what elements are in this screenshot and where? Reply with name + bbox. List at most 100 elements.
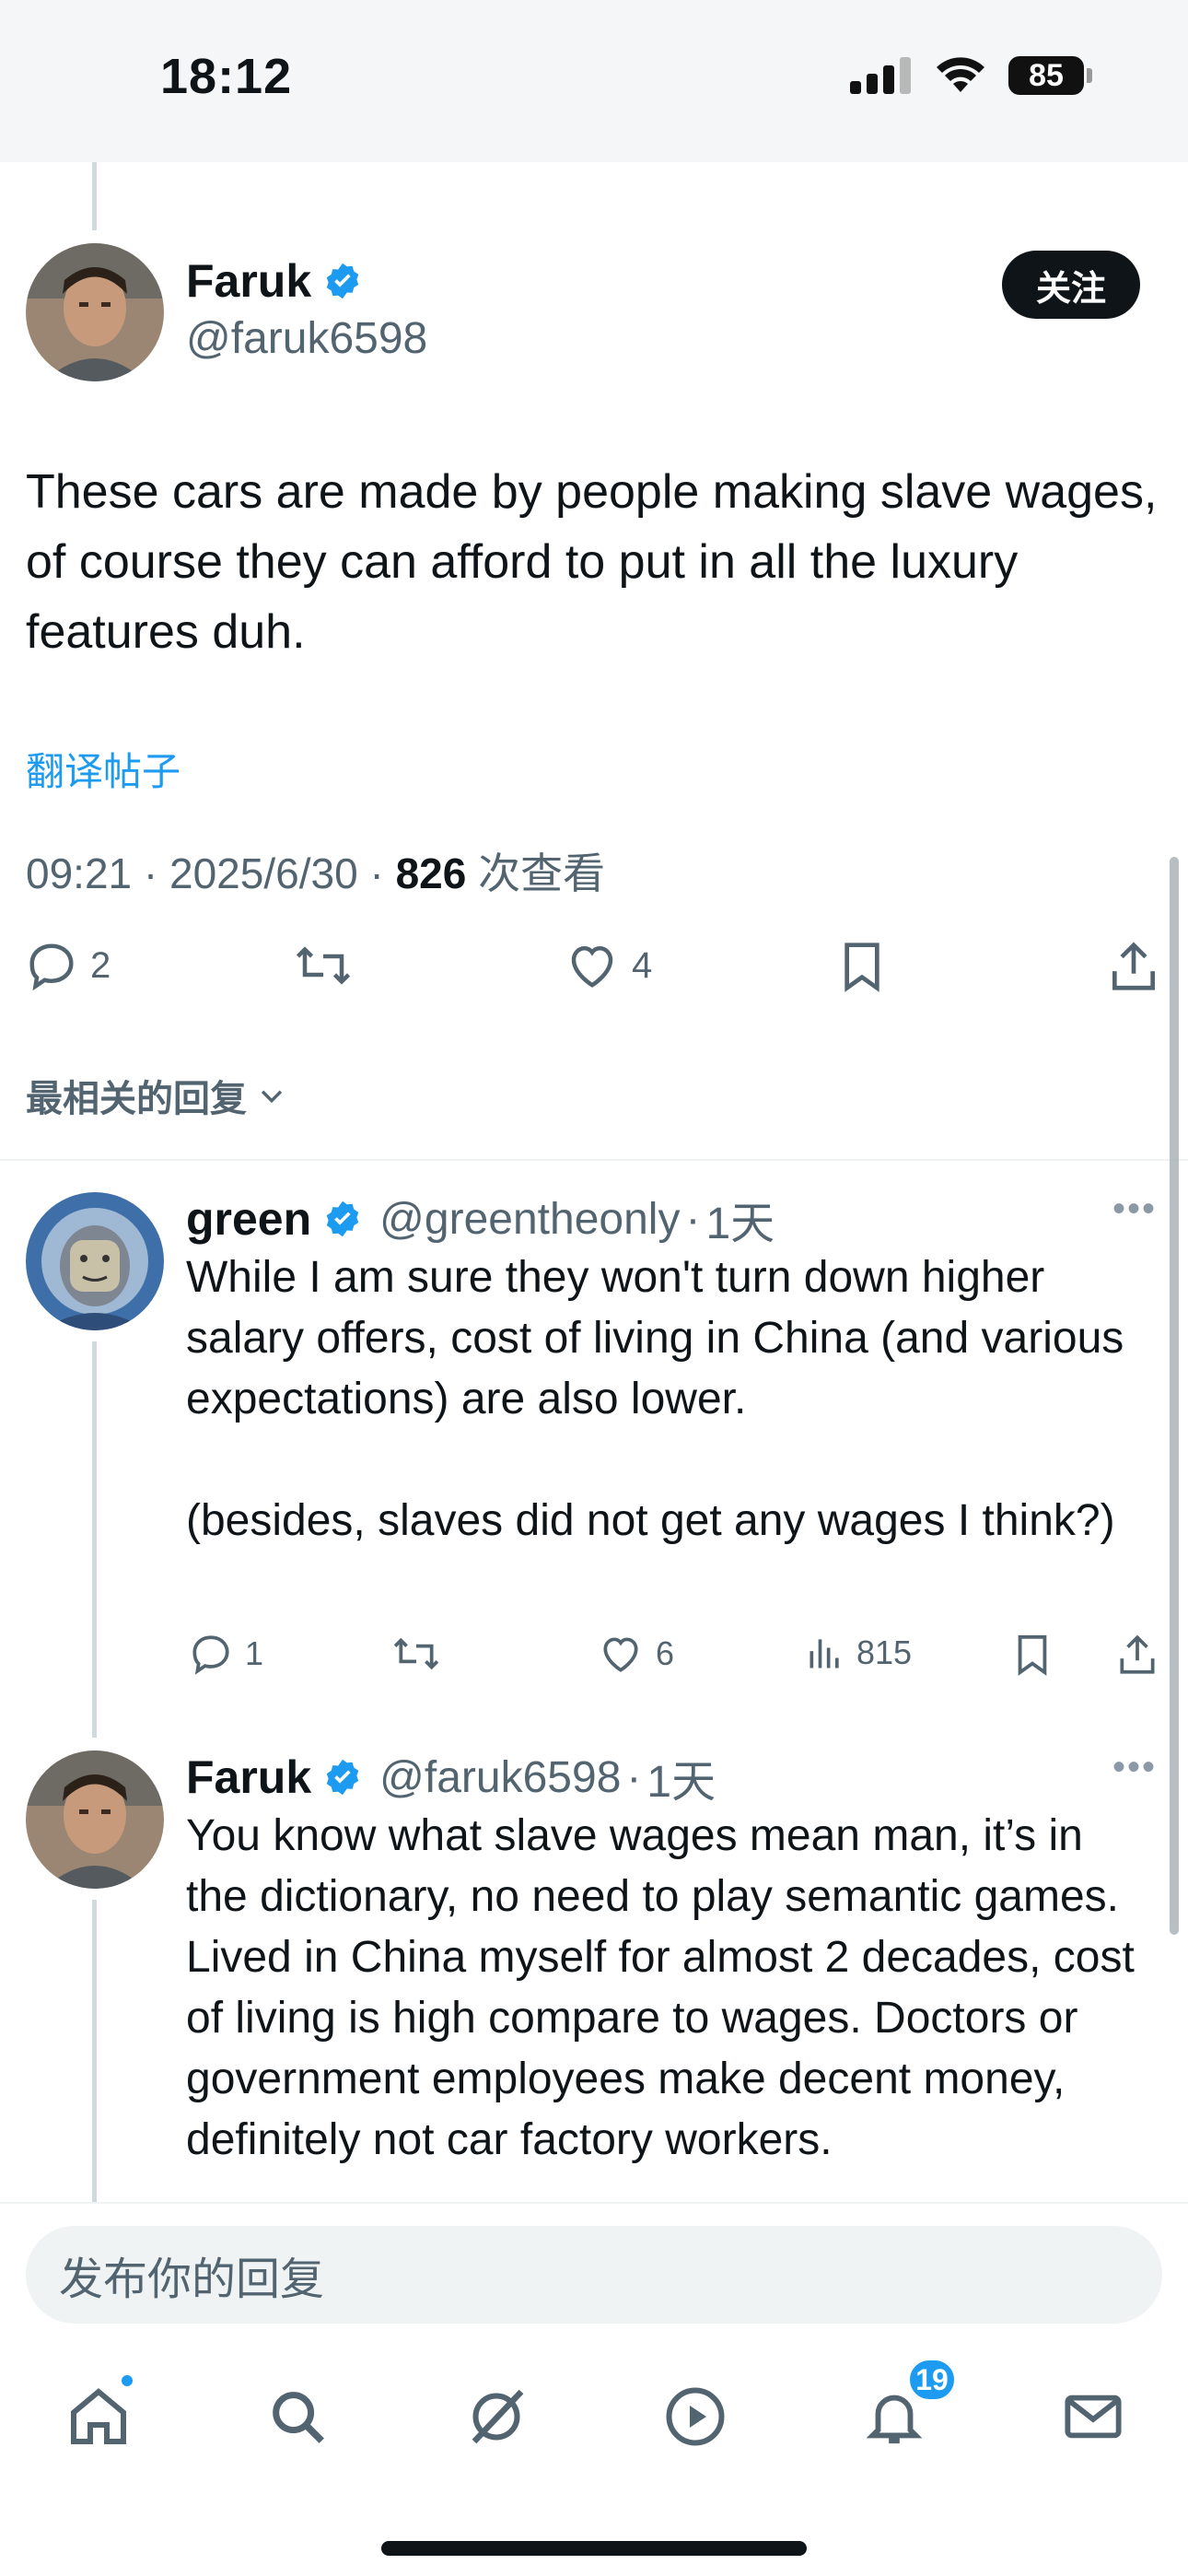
face-avatar-icon — [26, 243, 164, 381]
reply-1-reply-count: 1 — [245, 1634, 264, 1672]
share-action[interactable] — [1105, 938, 1162, 995]
verified-badge-icon — [322, 1199, 363, 1239]
meta-separator: · — [369, 849, 396, 897]
replies-divider — [0, 1159, 1188, 1161]
reply-2-text: You know what slave wages mean man, it’s… — [186, 1811, 1135, 2164]
reply-2-age: 1天 — [646, 1758, 716, 1807]
repost-action[interactable] — [293, 938, 354, 993]
reply-1-like-count: 6 — [656, 1634, 675, 1672]
more-options-icon[interactable]: ••• — [1112, 1747, 1157, 1788]
bookmark-icon — [844, 943, 879, 992]
reply-1-share-action[interactable] — [1114, 1631, 1160, 1679]
nav-grok[interactable] — [455, 2375, 538, 2458]
mail-icon — [1065, 2395, 1122, 2439]
reply-1-paragraph-2: (besides, slaves did not get any wages I… — [186, 1496, 1115, 1545]
wifi-icon — [937, 57, 984, 92]
battery-level: 85 — [1008, 56, 1084, 95]
reply-2-handle[interactable]: @faruk6598 — [379, 1752, 621, 1803]
search-icon — [273, 2392, 324, 2443]
reply-avatar-faruk[interactable] — [26, 1751, 164, 1889]
share-icon — [1120, 1634, 1155, 1674]
bottom-nav: 19 — [0, 2340, 1188, 2576]
views-label: 次查看 — [478, 849, 606, 897]
post-date: 2025/6/30 — [169, 849, 358, 897]
reply-action[interactable]: 2 — [24, 938, 111, 993]
status-bar: 18:12 85 — [0, 0, 1188, 162]
heart-icon — [571, 945, 613, 988]
reply-1-author-name[interactable]: green — [186, 1192, 311, 1246]
reply-1-handle[interactable]: @greentheonly — [379, 1194, 680, 1245]
verified-badge-icon — [322, 1757, 363, 1797]
repost-icon — [393, 1637, 439, 1670]
views-count: 826 — [395, 849, 467, 897]
author-handle[interactable]: @faruk6598 — [186, 313, 427, 364]
face-avatar-icon — [26, 1751, 164, 1889]
reply-compose-bar: 发布你的回复 — [0, 2202, 1188, 2340]
reply-thread-line-2 — [92, 1900, 97, 2202]
post-meta: 09:21 · 2025/6/30 · 826 次查看 — [26, 840, 605, 901]
reply-1-age: 1天 — [705, 1200, 775, 1248]
nav-video[interactable] — [654, 2375, 737, 2458]
reply-1-repost-action[interactable] — [390, 1631, 442, 1677]
grok-icon — [472, 2389, 524, 2444]
battery-tip — [1087, 68, 1092, 83]
author-name-row: Faruk — [186, 254, 363, 308]
scrollbar[interactable] — [1170, 857, 1179, 1935]
author-avatar[interactable] — [26, 243, 164, 381]
reply-icon — [29, 943, 74, 991]
reply-input[interactable]: 发布你的回复 — [26, 2226, 1162, 2324]
reply-avatar-green[interactable] — [26, 1192, 164, 1330]
play-icon — [666, 2387, 725, 2446]
views-chart-icon — [809, 1639, 839, 1669]
reply-1-bookmark-action[interactable] — [1011, 1631, 1054, 1679]
reply-icon — [192, 1635, 229, 1675]
status-icons: 85 — [850, 55, 1092, 96]
bookmark-icon — [1018, 1634, 1047, 1676]
meta-separator: · — [143, 849, 170, 897]
thread-line-top — [92, 162, 97, 230]
reply-2-author-name[interactable]: Faruk — [186, 1751, 311, 1804]
follow-button[interactable]: 关注 — [1002, 251, 1140, 319]
home-unread-dot — [120, 2373, 134, 2388]
share-icon — [1112, 942, 1155, 990]
nav-search[interactable] — [256, 2375, 339, 2458]
post-text: These cars are made by people making sla… — [26, 465, 1158, 659]
heart-icon — [603, 1637, 638, 1672]
bookmark-action[interactable] — [836, 938, 888, 995]
reply-1-reply-action[interactable]: 1 — [188, 1631, 263, 1677]
translate-post-link[interactable]: 翻译帖子 — [26, 741, 181, 797]
separator-dot: · — [626, 1752, 642, 1802]
reply-1-view-count: 815 — [856, 1633, 913, 1671]
astronaut-avatar-icon — [26, 1192, 164, 1330]
reply-1-action-bar: 1 6 815 — [0, 1631, 1188, 1686]
author-handle-row: @faruk6598 — [186, 313, 427, 364]
like-count: 4 — [632, 944, 653, 986]
post-action-bar: 2 4 — [0, 938, 1188, 1002]
reply-1-text: While I am sure they won't turn down hig… — [186, 1247, 1153, 1551]
sort-label: 最相关的回复 — [26, 1079, 247, 1119]
author-name[interactable]: Faruk — [186, 254, 311, 308]
status-time: 18:12 — [160, 49, 293, 104]
cellular-signal-icon — [850, 57, 911, 94]
home-icon — [71, 2388, 126, 2444]
more-options-icon[interactable]: ••• — [1112, 1188, 1157, 1230]
battery-indicator: 85 — [1008, 56, 1092, 95]
reply-1-like-action[interactable]: 6 — [597, 1631, 674, 1677]
repost-icon — [296, 946, 351, 985]
verified-badge-icon — [322, 261, 363, 301]
nav-notifications[interactable]: 19 — [853, 2357, 958, 2458]
reply-2-header: Faruk @faruk6598 · 1天 — [186, 1745, 716, 1809]
separator-dot: · — [685, 1194, 701, 1244]
reply-count: 2 — [90, 944, 111, 986]
home-indicator — [381, 2541, 807, 2556]
reply-sort-dropdown[interactable]: 最相关的回复 — [26, 1069, 287, 1122]
post-time: 09:21 — [26, 849, 133, 897]
notifications-badge: 19 — [906, 2357, 958, 2403]
nav-messages[interactable] — [1052, 2375, 1135, 2458]
nav-home[interactable] — [57, 2373, 140, 2458]
like-action[interactable]: 4 — [564, 938, 652, 993]
reply-1-header: green @greentheonly · 1天 — [186, 1187, 775, 1251]
reply-1-paragraph-1: While I am sure they won't turn down hig… — [186, 1253, 1124, 1423]
chevron-down-icon — [261, 1090, 283, 1104]
reply-1-views-action[interactable]: 815 — [805, 1631, 912, 1675]
